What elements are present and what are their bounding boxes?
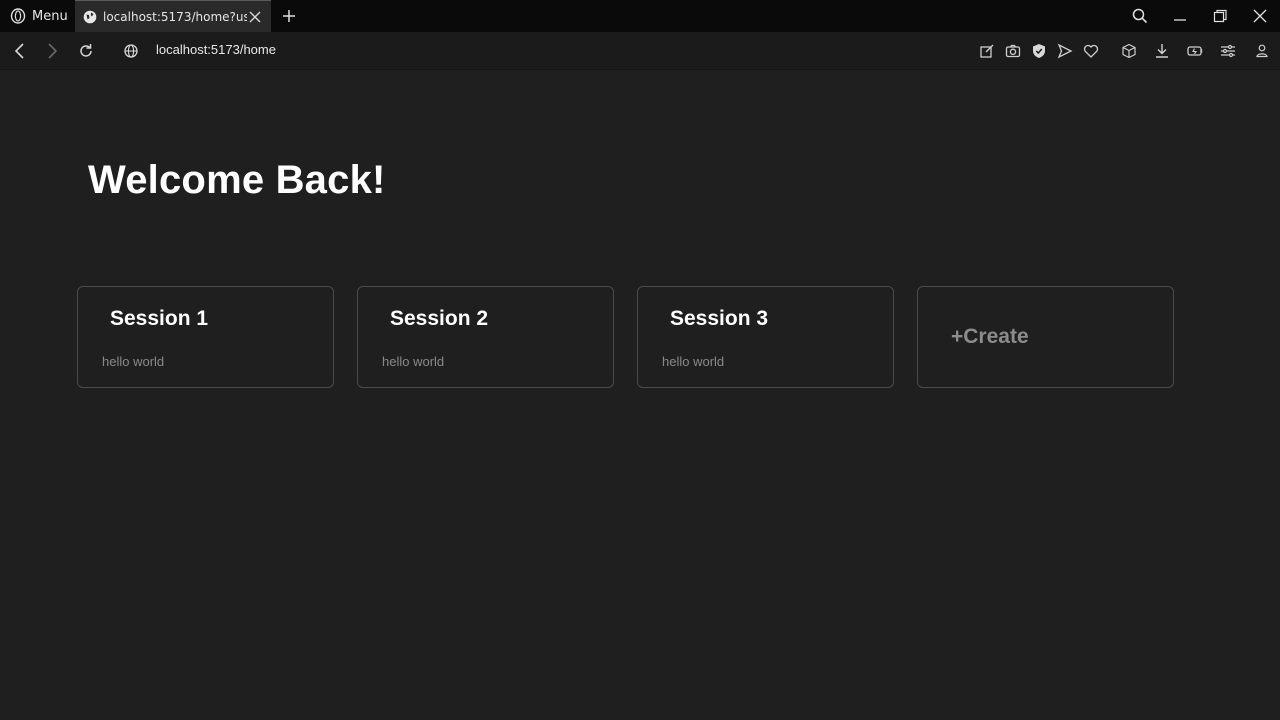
browser-menu-label: Menu	[32, 8, 68, 24]
create-session-button[interactable]: +Create	[917, 286, 1174, 388]
reload-icon[interactable]	[76, 41, 96, 61]
snapshot-camera-icon[interactable]	[1003, 41, 1023, 61]
session-title: Session 3	[670, 307, 769, 330]
edit-page-icon[interactable]	[977, 41, 997, 61]
browser-tab[interactable]: localhost:5173/home?username	[75, 0, 271, 32]
extensions-cube-icon[interactable]	[1119, 41, 1139, 61]
minimize-icon[interactable]	[1170, 6, 1190, 26]
page-title: Welcome Back!	[88, 158, 386, 202]
session-card[interactable]: Session 3 hello world	[637, 286, 894, 388]
profile-icon[interactable]	[1252, 41, 1272, 61]
session-card[interactable]: Session 1 hello world	[77, 286, 334, 388]
browser-toolbar: localhost:5173/home	[0, 32, 1280, 70]
restore-icon[interactable]	[1210, 6, 1230, 26]
create-label: +Create	[951, 325, 1029, 348]
close-window-icon[interactable]	[1250, 6, 1270, 26]
forward-icon[interactable]	[42, 41, 62, 61]
send-icon[interactable]	[1055, 41, 1075, 61]
session-description: hello world	[662, 354, 725, 369]
close-tab-icon[interactable]	[247, 9, 263, 25]
back-icon[interactable]	[10, 41, 30, 61]
battery-saver-icon[interactable]	[1185, 41, 1205, 61]
globe-favicon-icon	[83, 10, 97, 24]
site-info-globe-icon[interactable]	[121, 41, 141, 61]
search-icon[interactable]	[1130, 6, 1150, 26]
session-description: hello world	[382, 354, 445, 369]
browser-titlebar: Menu localhost:5173/home?username	[0, 0, 1280, 32]
page-content: Welcome Back! Session 1 hello world Sess…	[0, 70, 1280, 720]
session-description: hello world	[102, 354, 165, 369]
session-title: Session 1	[110, 307, 209, 330]
easy-setup-sliders-icon[interactable]	[1218, 41, 1238, 61]
heart-icon[interactable]	[1081, 41, 1101, 61]
download-icon[interactable]	[1152, 41, 1172, 61]
shield-icon[interactable]	[1029, 41, 1049, 61]
session-card[interactable]: Session 2 hello world	[357, 286, 614, 388]
browser-menu-button[interactable]: Menu	[0, 0, 72, 32]
tab-title: localhost:5173/home?username	[103, 9, 247, 24]
new-tab-icon[interactable]	[279, 6, 299, 26]
address-bar-url[interactable]: localhost:5173/home	[156, 42, 276, 57]
session-title: Session 2	[390, 307, 489, 330]
opera-logo-icon	[10, 8, 26, 24]
